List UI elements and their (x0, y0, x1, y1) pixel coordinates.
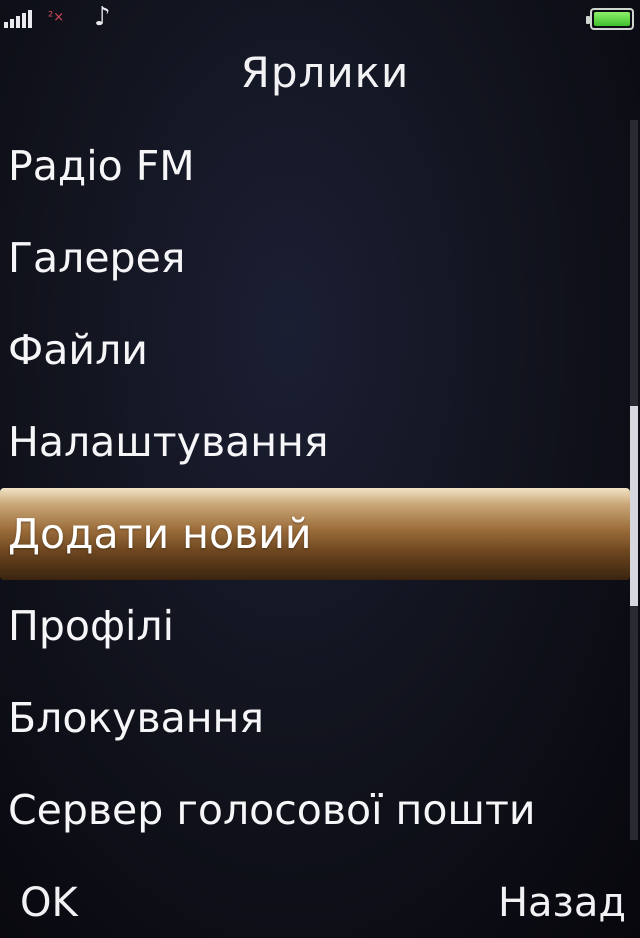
back-softkey[interactable]: Назад (498, 880, 626, 926)
music-note-icon: ♪ (94, 2, 111, 32)
battery-icon (586, 8, 634, 30)
menu-item-radio-fm[interactable]: Радіо FM (0, 120, 630, 212)
menu-item-voicemail-server[interactable]: Сервер голосової пошти (0, 764, 630, 856)
battery-level-fill (594, 12, 630, 26)
menu-item-settings[interactable]: Налаштування (0, 396, 630, 488)
menu-item-gallery[interactable]: Галерея (0, 212, 630, 304)
signal-strength-icon (4, 8, 32, 28)
menu-item-lock[interactable]: Блокування (0, 672, 630, 764)
menu-item-label: Блокування (8, 694, 265, 742)
menu-item-label: Галерея (8, 234, 186, 282)
page-title: Ярлики (240, 48, 410, 97)
menu-item-label: Налаштування (8, 418, 329, 466)
menu-item-label: Додати новий (8, 510, 312, 558)
menu-item-label: Профілі (8, 602, 174, 650)
status-bar: ²× ♪ (0, 0, 640, 40)
network-indicator: ²× (48, 10, 65, 25)
ok-softkey[interactable]: OK (20, 880, 78, 926)
phone-screen: ²× ♪ Ярлики Радіо FM Галерея Файли Налаш… (0, 0, 640, 938)
scrollbar[interactable] (630, 120, 638, 840)
scrollbar-thumb[interactable] (630, 406, 638, 606)
menu-item-profiles[interactable]: Профілі (0, 580, 630, 672)
menu-item-label: Радіо FM (8, 142, 195, 190)
shortcuts-menu-list: Радіо FM Галерея Файли Налаштування Дода… (0, 120, 630, 856)
menu-item-label: Сервер голосової пошти (8, 786, 536, 834)
menu-item-label: Файли (8, 326, 148, 374)
menu-item-files[interactable]: Файли (0, 304, 630, 396)
menu-item-add-new[interactable]: Додати новий (0, 488, 630, 580)
